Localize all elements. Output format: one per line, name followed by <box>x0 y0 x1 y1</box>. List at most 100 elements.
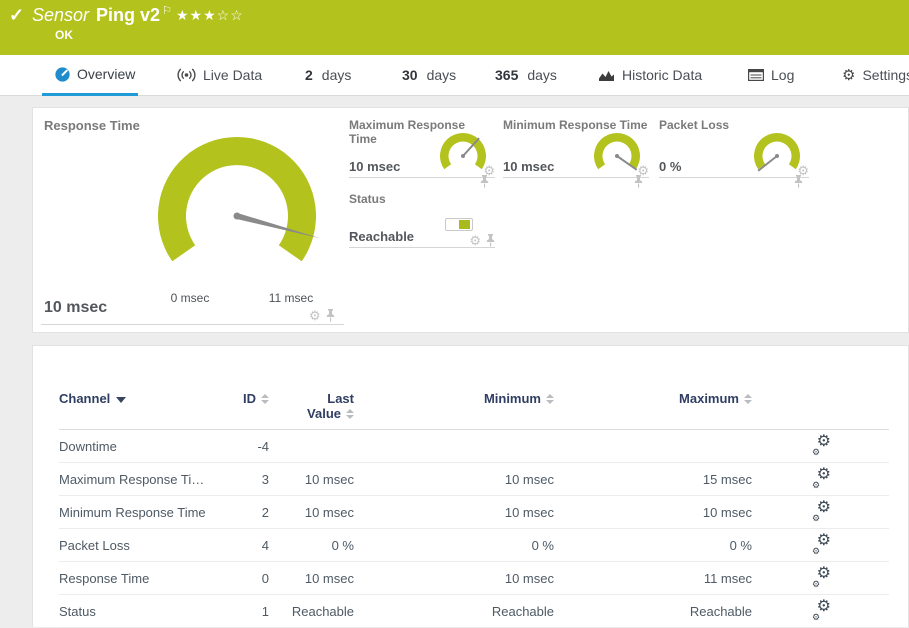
gauge-scale-min: 0 msec <box>150 291 230 305</box>
pin-icon[interactable] <box>480 175 489 188</box>
area-chart-icon <box>598 69 615 82</box>
column-header-channel-label: Channel <box>59 391 110 406</box>
table-row-response-time: Response Time 0 10 msec 10 msec 11 msec … <box>59 562 889 595</box>
status-title: Status <box>349 192 495 206</box>
gauge-icon <box>55 67 70 82</box>
min-response-time-gauge <box>591 129 643 181</box>
tab-overview[interactable]: Overview <box>42 55 138 96</box>
table-row-maximum-response-time: Maximum Response Ti… 3 10 msec 10 msec 1… <box>59 463 889 496</box>
pin-icon[interactable] <box>486 234 495 247</box>
sensor-title: Sensor Ping v2⚐ <box>32 4 172 26</box>
column-header-minimum[interactable]: Minimum <box>354 391 554 406</box>
packet-loss-card: Packet Loss 0 % ⚙ <box>659 118 809 178</box>
priority-stars[interactable]: ★★★☆☆ <box>176 7 244 24</box>
gear-icon[interactable]: ⚙ <box>469 234 481 247</box>
channel-settings-icon[interactable]: ⚙⚙ <box>812 437 831 455</box>
channel-settings-icon[interactable]: ⚙⚙ <box>812 536 831 554</box>
channel-name[interactable]: Packet Loss <box>59 538 244 553</box>
channel-id: 1 <box>244 604 269 619</box>
channel-id: 2 <box>244 505 269 520</box>
pin-icon[interactable] <box>634 175 643 188</box>
tab-2-days[interactable]: 2 days <box>305 55 351 95</box>
table-row-status: Status 1 Reachable Reachable Reachable ⚙… <box>59 595 889 628</box>
maximum-value: Reachable <box>554 604 752 619</box>
pin-icon[interactable] <box>326 309 335 322</box>
table-row-minimum-response-time: Minimum Response Time 2 10 msec 10 msec … <box>59 496 889 529</box>
column-header-value-label: Value <box>307 406 341 421</box>
last-value: Reachable <box>269 604 354 619</box>
channel-settings-icon[interactable]: ⚙⚙ <box>812 503 831 521</box>
tab-365-days[interactable]: 365 days <box>495 55 557 95</box>
minimum-value: 10 msec <box>354 472 554 487</box>
channel-name[interactable]: Status <box>59 604 244 619</box>
tab-365-days-number: 365 <box>495 67 518 83</box>
stars-filled: ★★★ <box>176 7 217 23</box>
tab-settings[interactable]: ⚙ Settings <box>842 55 909 95</box>
max-response-time-value: 10 msec <box>349 159 400 174</box>
minimum-value: 0 % <box>354 538 554 553</box>
status-toggle-indicator <box>445 218 473 231</box>
packet-loss-value: 0 % <box>659 159 681 174</box>
status-toggle-knob <box>459 220 470 229</box>
table-row-downtime: Downtime -4 ⚙⚙ <box>59 430 889 463</box>
min-response-time-card: Minimum Response Time 10 msec ⚙ <box>503 118 649 178</box>
tab-2-days-unit: days <box>322 67 352 83</box>
column-header-id[interactable]: ID <box>244 391 269 406</box>
channel-settings-icon[interactable]: ⚙⚙ <box>812 569 831 587</box>
max-response-time-card: Maximum Response Time 10 msec ⚙ <box>349 118 495 178</box>
sensor-kind-label: Sensor <box>32 5 89 25</box>
tab-30-days[interactable]: 30days <box>402 55 456 95</box>
stars-empty: ☆☆ <box>217 7 244 23</box>
tab-2-days-number: 2 <box>305 67 313 83</box>
column-header-maximum[interactable]: Maximum <box>554 391 752 406</box>
tab-30-days-unit: days <box>427 67 457 83</box>
channel-settings-icon[interactable]: ⚙⚙ <box>812 470 831 488</box>
gauge-footer-icons: ⚙ <box>797 164 809 177</box>
gauges-panel: Response Time 0 msec 11 msec 10 msec ⚙ M… <box>32 107 909 333</box>
channel-name[interactable]: Minimum Response Time <box>59 505 244 520</box>
minimum-value: Reachable <box>354 604 554 619</box>
maximum-value: 10 msec <box>554 505 752 520</box>
gear-icon[interactable]: ⚙ <box>309 309 321 322</box>
packet-loss-gauge <box>751 129 803 181</box>
pin-icon[interactable] <box>794 175 803 188</box>
log-list-icon <box>748 69 764 81</box>
column-header-channel[interactable]: Channel <box>59 391 244 406</box>
maximum-value: 15 msec <box>554 472 752 487</box>
sort-desc-icon <box>116 397 126 403</box>
sort-icon <box>346 409 354 419</box>
channel-id: -4 <box>244 439 269 454</box>
column-header-last-label: Last <box>269 391 354 406</box>
tab-historic-data[interactable]: Historic Data <box>598 55 702 95</box>
min-response-time-value: 10 msec <box>503 159 554 174</box>
table-row-packet-loss: Packet Loss 4 0 % 0 % 0 % ⚙⚙ <box>59 529 889 562</box>
channel-name[interactable]: Maximum Response Ti… <box>59 472 244 487</box>
channel-name[interactable]: Response Time <box>59 571 244 586</box>
column-header-id-label: ID <box>243 391 256 406</box>
channel-table: Channel ID Last Value Minimum Maximum <box>59 346 889 628</box>
response-time-value: 10 msec <box>44 299 107 317</box>
minimum-value: 10 msec <box>354 571 554 586</box>
maximum-value: 0 % <box>554 538 752 553</box>
sensor-status-badge: OK <box>55 28 73 42</box>
table-header-row: Channel ID Last Value Minimum Maximum <box>59 346 889 430</box>
last-value: 10 msec <box>269 505 354 520</box>
max-response-time-gauge <box>437 129 489 181</box>
tab-365-days-unit: days <box>527 67 557 83</box>
channel-name[interactable]: Downtime <box>59 439 244 454</box>
flag-icon[interactable]: ⚐ <box>162 5 172 17</box>
sort-icon <box>261 394 269 404</box>
sensor-name[interactable]: Ping v2 <box>96 5 160 25</box>
minimum-value: 10 msec <box>354 505 554 520</box>
gauge-footer-icons: ⚙ <box>309 309 335 322</box>
last-value: 0 % <box>269 538 354 553</box>
tab-settings-label: Settings <box>862 67 909 83</box>
column-header-last-value[interactable]: Last Value <box>269 391 354 421</box>
column-header-minimum-label: Minimum <box>484 391 541 406</box>
channel-id: 3 <box>244 472 269 487</box>
channel-settings-icon[interactable]: ⚙⚙ <box>812 602 831 620</box>
tab-live-data[interactable]: Live Data <box>177 55 262 95</box>
divider <box>41 324 344 325</box>
channel-table-panel: Channel ID Last Value Minimum Maximum <box>32 345 909 627</box>
tab-log[interactable]: Log <box>748 55 794 95</box>
